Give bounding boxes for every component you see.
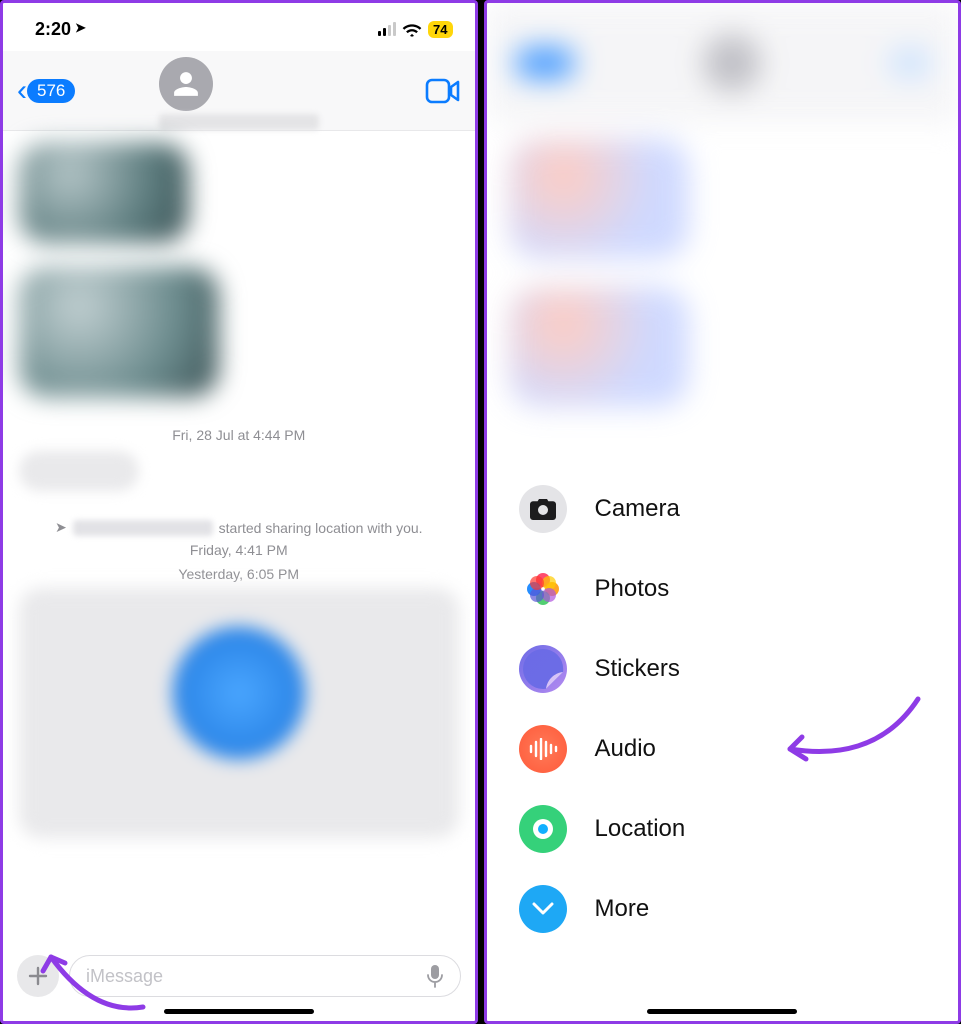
message-attachment-card[interactable] — [19, 588, 459, 838]
facetime-button[interactable] — [425, 78, 461, 104]
menu-item-photos[interactable]: Photos — [511, 549, 935, 629]
menu-item-more[interactable]: More — [511, 869, 935, 949]
status-time: 2:20 — [35, 19, 71, 40]
battery-badge: 74 — [428, 21, 452, 38]
location-share-notice: ➤ started sharing location with you. — [19, 519, 459, 536]
menu-label: Stickers — [595, 655, 680, 683]
message-bubble[interactable] — [19, 267, 219, 397]
avatar-placeholder-icon — [159, 57, 213, 111]
menu-label: Photos — [595, 575, 670, 603]
status-bar: 2:20 ➤ 74 — [3, 3, 475, 51]
menu-label: Location — [595, 815, 686, 843]
imessage-attachments-menu-screen: Camera Photos Stickers — [484, 0, 961, 1024]
menu-item-location[interactable]: Location — [511, 789, 935, 869]
photos-icon — [519, 565, 567, 613]
menu-item-camera[interactable]: Camera — [511, 469, 935, 549]
attachments-menu: Camera Photos Stickers — [511, 469, 935, 949]
attachments-plus-button[interactable] — [17, 955, 59, 997]
home-indicator[interactable] — [647, 1009, 797, 1014]
contact-avatar[interactable] — [159, 57, 319, 130]
home-indicator[interactable] — [164, 1009, 314, 1014]
message-bubble[interactable] — [19, 451, 139, 491]
dictation-mic-icon[interactable] — [426, 964, 444, 988]
menu-item-audio[interactable]: Audio — [511, 709, 935, 789]
audio-waveform-icon — [519, 725, 567, 773]
camera-icon — [519, 485, 567, 533]
location-services-icon: ➤ — [75, 20, 86, 36]
time-label: Friday, 4:41 PM — [19, 542, 459, 558]
date-separator: Fri, 28 Jul at 4:44 PM — [19, 427, 459, 443]
cellular-signal-icon — [378, 22, 396, 36]
back-button[interactable]: ‹ 576 — [17, 76, 75, 106]
imessage-conversation-screen: 2:20 ➤ 74 ‹ 576 Fri, 28 Jul at 4:44 PM — [0, 0, 478, 1024]
date-separator: Yesterday, 6:05 PM — [19, 566, 459, 582]
location-arrow-icon: ➤ — [55, 519, 67, 536]
location-icon — [519, 805, 567, 853]
menu-item-stickers[interactable]: Stickers — [511, 629, 935, 709]
message-bubble[interactable] — [19, 143, 189, 243]
stickers-icon — [519, 645, 567, 693]
compose-bar: iMessage — [17, 955, 461, 997]
unread-count-badge: 576 — [27, 79, 75, 103]
message-input[interactable]: iMessage — [69, 955, 461, 997]
menu-label: More — [595, 895, 650, 923]
chevron-left-icon: ‹ — [17, 76, 27, 106]
wifi-icon — [402, 22, 422, 37]
conversation-header: ‹ 576 — [3, 51, 475, 131]
menu-label: Camera — [595, 495, 680, 523]
chevron-down-icon — [519, 885, 567, 933]
menu-label: Audio — [595, 735, 656, 763]
messages-scroll[interactable]: Fri, 28 Jul at 4:44 PM ➤ started sharing… — [3, 131, 475, 838]
input-placeholder: iMessage — [86, 966, 163, 987]
